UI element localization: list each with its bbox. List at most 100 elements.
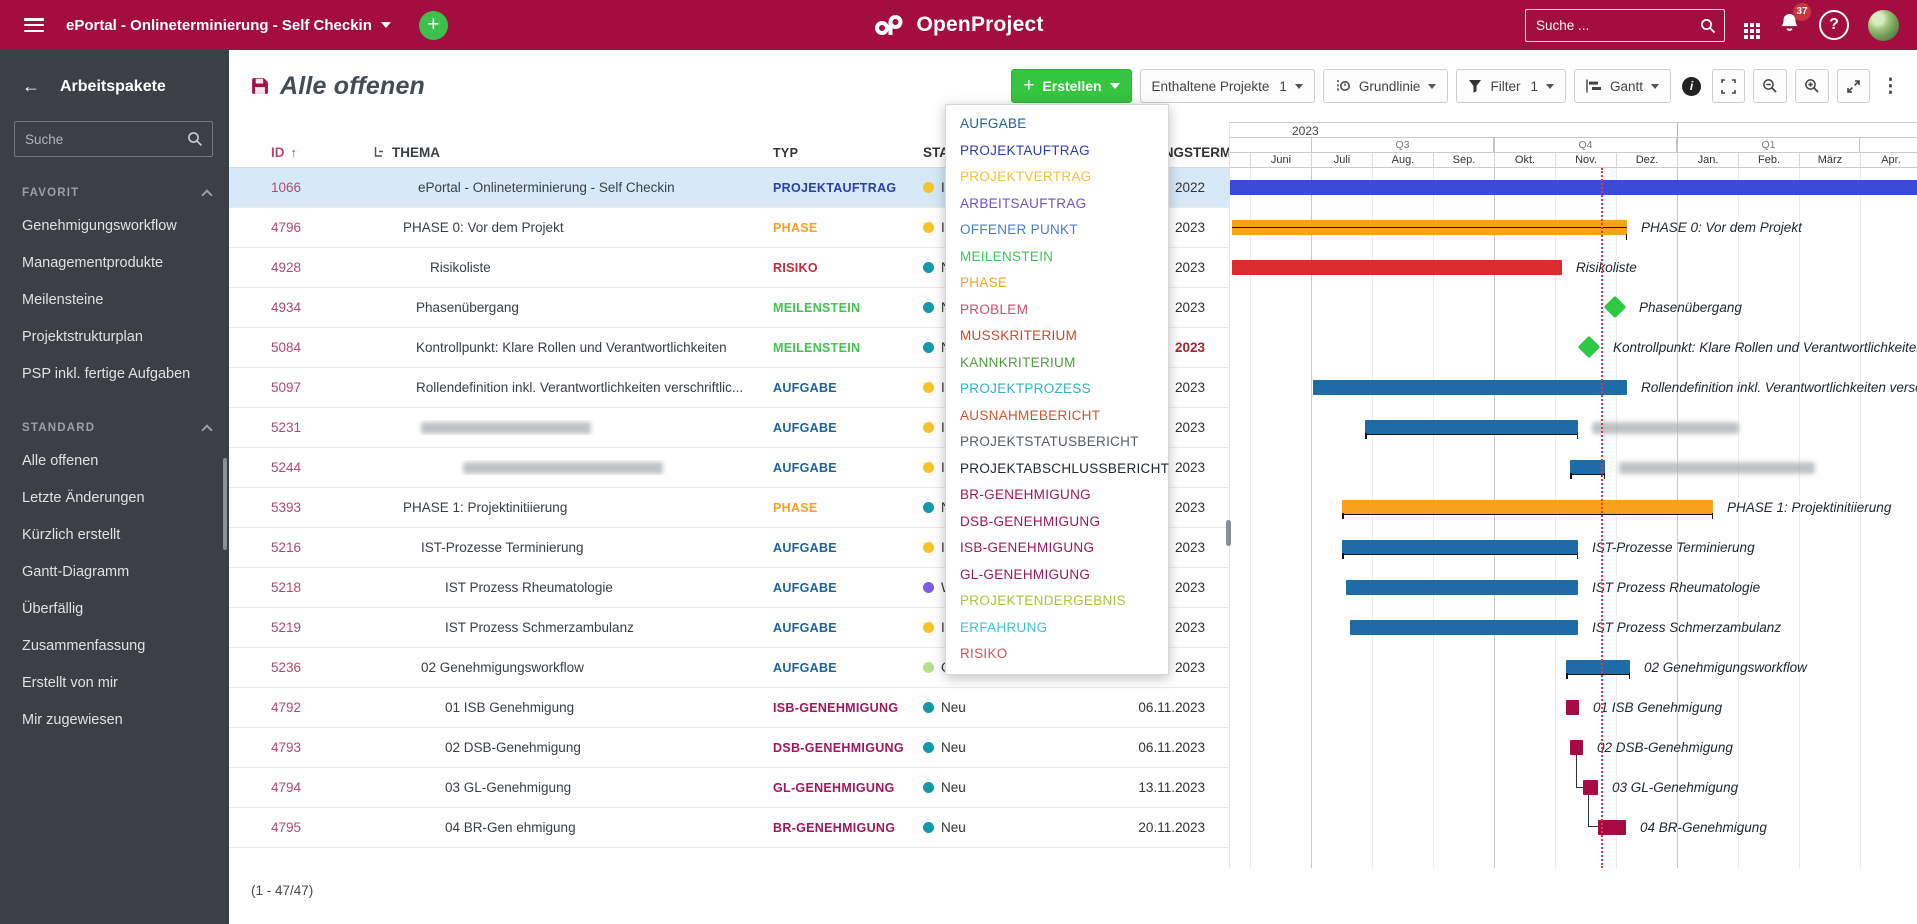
create-menu-item[interactable]: BR-GENEHMIGUNG (946, 482, 1168, 509)
create-menu-item[interactable]: ISB-GENEHMIGUNG (946, 535, 1168, 562)
start-date[interactable]: 06.11.2023 (1127, 700, 1205, 715)
work-package-id-link[interactable]: 5216 (271, 540, 373, 555)
work-package-id-link[interactable]: 5244 (271, 460, 373, 475)
start-date[interactable]: 13.11.2023 (1127, 780, 1205, 795)
sidebar-item-meilensteine[interactable]: Meilensteine (0, 281, 229, 318)
work-package-id-link[interactable]: 4793 (271, 740, 373, 755)
gantt-bar[interactable] (1570, 460, 1605, 475)
work-package-type[interactable]: MEILENSTEIN (773, 301, 923, 315)
gantt-bar[interactable] (1232, 220, 1627, 235)
work-package-id-link[interactable]: 5393 (271, 500, 373, 515)
work-package-id-link[interactable]: 4795 (271, 820, 373, 835)
global-search-input[interactable] (1526, 10, 1724, 41)
work-package-id-link[interactable]: 5236 (271, 660, 373, 675)
milestone-diamond[interactable] (1578, 336, 1601, 359)
work-package-status[interactable]: Neu (923, 780, 1127, 795)
quick-add-button[interactable]: + (419, 11, 448, 40)
gantt-bar[interactable] (1342, 500, 1713, 515)
work-package-type[interactable]: AUFGABE (773, 421, 923, 435)
work-package-id-link[interactable]: 4792 (271, 700, 373, 715)
included-projects-button[interactable]: Enthaltene Projekte 1 (1140, 69, 1315, 103)
column-typ[interactable]: TYP (773, 146, 923, 160)
global-search[interactable] (1525, 9, 1725, 42)
create-menu-item[interactable]: PROBLEM (946, 297, 1168, 324)
work-package-type[interactable]: AUFGABE (773, 581, 923, 595)
create-menu-item[interactable]: ARBEITSAUFTRAG (946, 191, 1168, 218)
sidebar-item-gantt-diagramm[interactable]: Gantt-Diagramm (0, 553, 229, 590)
gantt-bar[interactable] (1583, 780, 1598, 795)
project-selector[interactable]: ePortal - Onlineterminierung - Self Chec… (66, 17, 391, 34)
sidebar-item-alle-offenen[interactable]: Alle offenen (0, 442, 229, 479)
collapse-chevron-icon[interactable] (399, 552, 410, 555)
work-package-status[interactable]: Neu (923, 740, 1127, 755)
sidebar-item-erstellt-von-mir[interactable]: Erstellt von mir (0, 664, 229, 701)
create-menu-item[interactable]: PROJEKTVERTRAG (946, 164, 1168, 191)
gantt-bar[interactable] (1232, 260, 1562, 275)
create-menu-item[interactable]: DSB-GENEHMIGUNG (946, 509, 1168, 536)
sidebar-item--berf-llig[interactable]: Überfällig (0, 590, 229, 627)
work-package-type[interactable]: AUFGABE (773, 381, 923, 395)
gantt-bar[interactable] (1313, 380, 1627, 395)
sidebar-item-k-rzlich-erstellt[interactable]: Kürzlich erstellt (0, 516, 229, 553)
collapse-chevron-icon[interactable] (381, 512, 392, 515)
work-package-subject[interactable]: PHASE 1: Projektinitiierung (373, 500, 773, 515)
work-package-id-link[interactable]: 5219 (271, 620, 373, 635)
create-menu-item[interactable]: MUSSKRITERIUM (946, 323, 1168, 350)
sidebar-search[interactable] (14, 121, 213, 157)
table-row[interactable]: 479201 ISB GenehmigungISB-GENEHMIGUNGNeu… (229, 688, 1229, 728)
gantt-bar[interactable] (1230, 180, 1917, 195)
work-package-subject[interactable]: 03 GL-Genehmigung (373, 780, 773, 795)
create-menu-item[interactable]: ERFAHRUNG (946, 615, 1168, 642)
work-package-subject[interactable] (373, 460, 773, 475)
gantt-bar[interactable] (1566, 700, 1579, 715)
gantt-bar[interactable] (1342, 540, 1578, 555)
start-date[interactable]: 06.11.2023 (1127, 740, 1205, 755)
table-row[interactable]: 479504 BR-Gen ehmigungBR-GENEHMIGUNGNeu2… (229, 808, 1229, 848)
create-button[interactable]: + Erstellen (1011, 69, 1131, 103)
milestone-diamond[interactable] (1604, 296, 1627, 319)
work-package-subject[interactable]: Rollendefinition inkl. Verantwortlichkei… (373, 380, 773, 395)
sidebar-item-managementprodukte[interactable]: Managementprodukte (0, 244, 229, 281)
gantt-bar[interactable] (1346, 580, 1578, 595)
user-avatar[interactable] (1868, 10, 1899, 41)
work-package-subject[interactable]: Kontrollpunkt: Klare Rollen und Verantwo… (373, 340, 773, 355)
start-date[interactable]: 20.11.2023 (1127, 820, 1205, 835)
zoom-in-button[interactable] (1795, 69, 1829, 103)
create-menu-item[interactable]: AUFGABE (946, 111, 1168, 138)
back-arrow-icon[interactable]: ← (22, 76, 40, 97)
create-menu-item[interactable]: PROJEKTAUFTRAG (946, 138, 1168, 165)
work-package-id-link[interactable]: 4928 (271, 260, 373, 275)
zoom-fit-button[interactable] (1712, 69, 1745, 103)
work-package-status[interactable]: Neu (923, 700, 1127, 715)
column-id[interactable]: ID (271, 145, 285, 160)
create-menu-item[interactable]: PROJEKTSTATUSBERICHT (946, 429, 1168, 456)
work-package-subject[interactable]: 01 ISB Genehmigung (373, 700, 773, 715)
hamburger-menu-icon[interactable] (24, 18, 44, 32)
create-menu-item[interactable]: PHASE (946, 270, 1168, 297)
work-package-type[interactable]: RISIKO (773, 261, 923, 275)
sidebar-search-input[interactable] (15, 122, 212, 156)
collapse-chevron-icon[interactable] (399, 432, 410, 435)
table-row[interactable]: 479403 GL-GenehmigungGL-GENEHMIGUNGNeu13… (229, 768, 1229, 808)
help-icon[interactable]: ? (1819, 10, 1849, 40)
notifications-bell-icon[interactable]: 37 (1779, 12, 1800, 39)
gantt-bar[interactable] (1365, 420, 1578, 435)
create-menu-item[interactable]: AUSNAHMEBERICHT (946, 403, 1168, 430)
create-menu-item[interactable]: PROJEKTPROZESS (946, 376, 1168, 403)
table-gantt-splitter[interactable] (1226, 520, 1231, 546)
work-package-subject[interactable]: ePortal - Onlineterminierung - Self Chec… (373, 180, 773, 195)
gantt-bar[interactable] (1566, 660, 1630, 675)
sidebar-item-genehmigungsworkflow[interactable]: Genehmigungsworkflow (0, 207, 229, 244)
sidebar-section-header[interactable]: FAVORIT (22, 187, 211, 199)
create-menu-item[interactable]: MEILENSTEIN (946, 244, 1168, 271)
work-package-type[interactable]: BR-GENEHMIGUNG (773, 821, 923, 835)
work-package-type[interactable]: MEILENSTEIN (773, 341, 923, 355)
baseline-button[interactable]: Grundlinie (1323, 69, 1449, 103)
create-menu-item[interactable]: RISIKO (946, 641, 1168, 668)
hierarchy-icon[interactable] (373, 147, 386, 159)
more-options-kebab-icon[interactable]: ⋮ (1878, 75, 1903, 98)
collapse-chevron-icon[interactable] (381, 232, 392, 235)
create-menu-item[interactable]: PROJEKTABSCHLUSSBERICHT (946, 456, 1168, 483)
work-package-subject[interactable]: 04 BR-Gen ehmigung (373, 820, 773, 835)
gantt-bar[interactable] (1570, 740, 1583, 755)
